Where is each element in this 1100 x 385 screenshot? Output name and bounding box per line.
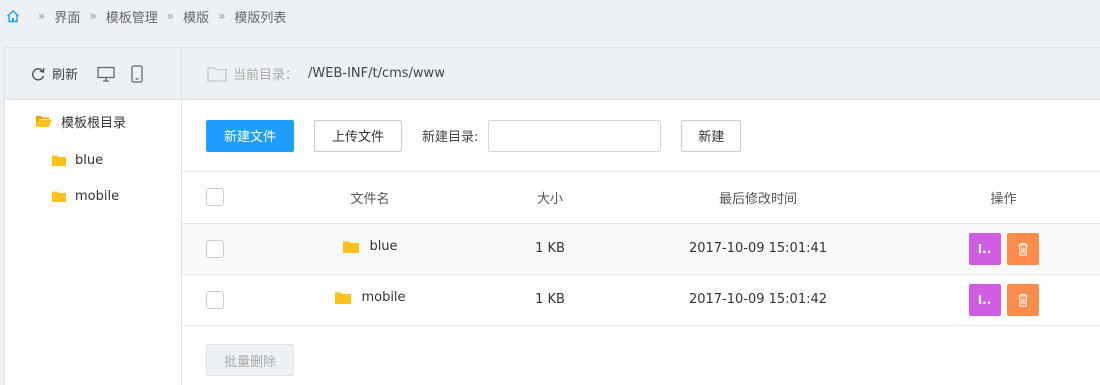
breadcrumb-separator: » [89, 9, 97, 23]
refresh-label: 刷新 [52, 68, 79, 83]
breadcrumb-separator: » [166, 9, 175, 23]
file-size: 1 KB [490, 274, 610, 326]
breadcrumb-separator: » [38, 9, 46, 23]
action-bar: 新建文件 上传文件 新建目录: 新建 [182, 100, 1100, 172]
new-file-button[interactable]: 新建文件 [206, 119, 294, 152]
file-list-panel: 当前目录： /WEB-INF/t/cms/www 新建文件 上传文件 新建目录:… [181, 47, 1100, 385]
folder-outline-icon [207, 66, 227, 82]
file-name-link[interactable]: mobile [334, 290, 406, 306]
tree-toolbar: 刷新 [5, 48, 181, 100]
folder-icon [52, 155, 66, 166]
bulk-delete-button[interactable]: 批量删除 [206, 344, 294, 376]
current-directory-label: 当前目录： [233, 68, 299, 83]
breadcrumb-item-interface[interactable]: 界面 [54, 7, 80, 26]
create-directory-button[interactable]: 新建 [681, 119, 742, 152]
folder-icon [52, 191, 66, 202]
tree-node-label: blue [75, 152, 104, 168]
current-directory-bar: 当前目录： /WEB-INF/t/cms/www [182, 48, 1100, 100]
folder-open-icon [36, 116, 52, 127]
rename-button[interactable]: I.. [968, 232, 1001, 265]
tree-node-label: mobile [75, 188, 120, 204]
row-checkbox[interactable] [206, 290, 224, 309]
row-checkbox[interactable] [206, 239, 224, 258]
file-modified-time: 2017-10-09 15:01:41 [610, 223, 906, 275]
refresh-icon [32, 67, 45, 81]
directory-tree-panel: 刷新 模板根目录 blue mobile [4, 47, 182, 385]
select-all-checkbox[interactable] [206, 188, 224, 207]
tree-root-label: 模板根目录 [61, 115, 127, 131]
delete-button[interactable] [1006, 232, 1039, 265]
header-size: 大小 [490, 172, 610, 224]
desktop-icon[interactable] [97, 66, 115, 82]
tree-root-node[interactable]: 模板根目录 [5, 100, 181, 142]
file-modified-time: 2017-10-09 15:01:42 [610, 274, 906, 326]
table-row: mobile 1 KB 2017-10-09 15:01:42 I.. [182, 274, 1100, 326]
breadcrumb-item-template-management[interactable]: 模板管理 [106, 7, 158, 26]
current-directory-path: /WEB-INF/t/cms/www [308, 66, 445, 81]
trash-icon [1017, 293, 1028, 307]
refresh-button[interactable]: 刷新 [30, 64, 78, 83]
home-icon[interactable] [5, 8, 21, 24]
upload-file-button[interactable]: 上传文件 [314, 119, 402, 152]
new-directory-input[interactable] [488, 119, 662, 152]
header-operations: 操作 [906, 172, 1100, 224]
tree-node-mobile[interactable]: mobile [5, 178, 181, 214]
folder-icon [343, 241, 360, 253]
table-header-row: 文件名 大小 最后修改时间 操作 [182, 172, 1100, 224]
file-name: mobile [361, 290, 406, 306]
header-file-name: 文件名 [250, 172, 490, 224]
trash-icon [1017, 242, 1028, 256]
tree-node-blue[interactable]: blue [5, 142, 181, 178]
table-row: blue 1 KB 2017-10-09 15:01:41 I.. [182, 223, 1100, 275]
file-name-link[interactable]: blue [342, 239, 398, 255]
file-size: 1 KB [490, 223, 610, 275]
breadcrumb-item-template[interactable]: 模版 [183, 7, 209, 26]
delete-button[interactable] [1006, 283, 1039, 316]
file-name: blue [369, 239, 398, 255]
folder-icon [335, 292, 352, 304]
rename-button[interactable]: I.. [968, 283, 1001, 316]
breadcrumb: » 界面 » 模板管理 » 模版 » 模版列表 [0, 0, 1100, 32]
breadcrumb-separator: » [218, 9, 226, 23]
mobile-icon[interactable] [131, 64, 143, 83]
new-directory-label: 新建目录: [422, 130, 479, 145]
header-modified-time: 最后修改时间 [610, 172, 906, 224]
file-table: 文件名 大小 最后修改时间 操作 blue 1 KB 2017-10-09 15… [182, 172, 1100, 326]
directory-tree: 模板根目录 blue mobile [5, 100, 181, 214]
breadcrumb-item-template-list: 模版列表 [234, 10, 287, 26]
